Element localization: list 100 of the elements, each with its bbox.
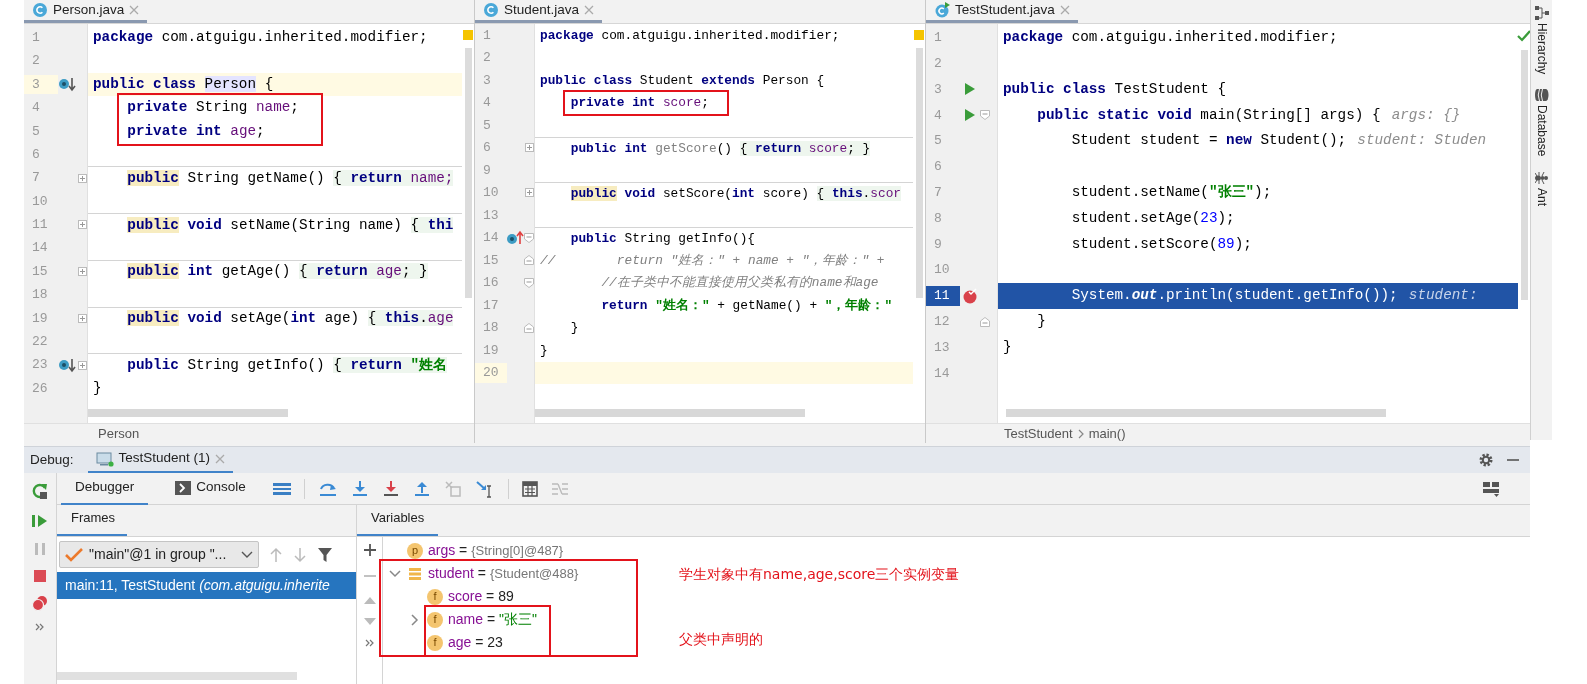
fold-icon[interactable] bbox=[980, 316, 990, 327]
run-icon[interactable] bbox=[964, 82, 976, 97]
override-marker-icon[interactable] bbox=[58, 357, 77, 374]
breakpoints-icon[interactable] bbox=[31, 595, 49, 611]
variable-entry[interactable]: student = {Student@488} bbox=[428, 563, 579, 584]
line-number: 14 bbox=[933, 364, 951, 383]
trace-icon[interactable] bbox=[550, 480, 569, 497]
line-number: 1 bbox=[482, 26, 492, 45]
scrollbar-thumb[interactable] bbox=[535, 409, 805, 417]
step-into-icon[interactable] bbox=[350, 479, 369, 498]
tool-window-button[interactable]: Database bbox=[1532, 88, 1551, 157]
close-icon[interactable] bbox=[129, 5, 140, 15]
breadcrumb[interactable]: TestStudent bbox=[1004, 423, 1073, 443]
fold-plus-icon[interactable] bbox=[524, 188, 534, 198]
view-tab[interactable]: Console bbox=[161, 472, 260, 505]
code-line: student.setName("张三"); bbox=[1071, 182, 1272, 202]
line-number: 10 bbox=[933, 261, 951, 280]
line-number: 13 bbox=[482, 206, 500, 225]
scrollbar-thumb[interactable] bbox=[88, 409, 288, 417]
annotation-note: 父类中声明的 bbox=[679, 630, 764, 649]
scrollbar-thumb[interactable] bbox=[915, 48, 923, 298]
fold-plus-icon[interactable] bbox=[77, 360, 87, 370]
line-number: 2 bbox=[31, 52, 41, 71]
code-line: public String getName() { return name; bbox=[127, 168, 454, 188]
rerun-icon[interactable] bbox=[30, 481, 50, 501]
resume-icon[interactable] bbox=[31, 513, 49, 529]
fold-icon[interactable] bbox=[524, 322, 534, 333]
override-marker-icon[interactable] bbox=[58, 76, 77, 93]
type-badge: f bbox=[427, 611, 443, 628]
breadcrumb[interactable]: Person bbox=[98, 423, 140, 443]
drop-frame-icon[interactable] bbox=[443, 479, 462, 498]
close-icon[interactable] bbox=[584, 5, 595, 15]
code-line: } bbox=[1003, 337, 1012, 357]
pause-icon[interactable] bbox=[33, 541, 47, 557]
add-icon[interactable] bbox=[362, 543, 377, 557]
fold-plus-icon[interactable] bbox=[77, 313, 87, 323]
menu-icon[interactable] bbox=[272, 481, 291, 496]
line-number: 26 bbox=[31, 379, 49, 398]
override-marker-icon[interactable] bbox=[506, 229, 524, 246]
tool-window-button[interactable]: Hierarchy bbox=[1532, 6, 1551, 75]
close-icon[interactable] bbox=[215, 453, 226, 464]
fold-icon[interactable] bbox=[524, 277, 534, 288]
list-icon bbox=[407, 565, 423, 582]
force-step-into-icon[interactable] bbox=[381, 479, 400, 498]
variable-entry[interactable]: age = 23 bbox=[448, 632, 503, 653]
variable-entry[interactable]: name = "张三" bbox=[448, 609, 537, 630]
code-line: public int getAge() { return age; } bbox=[127, 262, 428, 282]
scrollbar-thumb[interactable] bbox=[57, 672, 297, 680]
fold-plus-icon[interactable] bbox=[524, 143, 534, 153]
line-number: 1 bbox=[31, 28, 41, 47]
line-number: 6 bbox=[482, 139, 492, 157]
fold-plus-icon[interactable] bbox=[77, 173, 87, 183]
fold-plus-icon[interactable] bbox=[77, 220, 87, 230]
filter-icon[interactable] bbox=[317, 546, 333, 563]
thread-dropdown[interactable]: "main"@1 in group "... bbox=[59, 541, 259, 568]
run-icon[interactable] bbox=[964, 108, 976, 123]
tool-window-button[interactable]: Ant bbox=[1532, 170, 1551, 206]
code-line: public int getScore() { return score; } bbox=[570, 139, 871, 158]
fold-icon[interactable] bbox=[524, 232, 534, 243]
more-icon[interactable] bbox=[35, 623, 45, 631]
scrollbar-thumb[interactable] bbox=[1520, 50, 1528, 300]
step-out-icon[interactable] bbox=[412, 479, 431, 498]
chevron-right-icon[interactable] bbox=[411, 613, 419, 626]
layout-icon[interactable] bbox=[1482, 480, 1500, 497]
fold-icon[interactable] bbox=[980, 110, 990, 121]
frame-item[interactable]: main:11, TestStudent (com.atguigu.inherite bbox=[57, 572, 356, 599]
fold-icon[interactable] bbox=[524, 255, 534, 266]
stop-icon[interactable] bbox=[33, 569, 47, 583]
type-badge: f bbox=[427, 588, 443, 605]
line-number: 4 bbox=[31, 99, 41, 118]
calculator-icon[interactable] bbox=[521, 480, 538, 497]
up-arrow-icon[interactable] bbox=[269, 546, 283, 563]
line-number: 4 bbox=[933, 106, 943, 125]
scrollbar-thumb[interactable] bbox=[1006, 409, 1386, 417]
line-number: 19 bbox=[31, 309, 49, 328]
breadcrumb[interactable]: main() bbox=[1088, 423, 1126, 443]
line-number: 16 bbox=[482, 274, 500, 292]
panel-tab[interactable]: Variables bbox=[357, 507, 438, 536]
line-number: 19 bbox=[482, 341, 500, 360]
settings-icon[interactable] bbox=[1478, 452, 1494, 468]
line-number: 14 bbox=[482, 229, 500, 247]
down-arrow-icon[interactable] bbox=[293, 546, 307, 563]
code-line: } bbox=[540, 341, 548, 360]
panel-title: Debug: bbox=[29, 450, 75, 469]
type-badge: p bbox=[407, 542, 423, 559]
variable-entry[interactable]: score = 89 bbox=[448, 586, 514, 607]
check-icon[interactable] bbox=[1517, 30, 1530, 42]
more-icon[interactable] bbox=[364, 639, 375, 647]
chevron-down-icon[interactable] bbox=[389, 569, 401, 578]
line-number: 9 bbox=[933, 235, 943, 254]
breakpoint-icon[interactable] bbox=[962, 287, 978, 304]
variable-entry[interactable]: args = {String[0]@487} bbox=[428, 540, 564, 561]
fold-plus-icon[interactable] bbox=[77, 267, 87, 277]
up-triangle-icon[interactable] bbox=[362, 595, 377, 605]
scrollbar-thumb[interactable] bbox=[464, 48, 472, 298]
line-number: 5 bbox=[933, 132, 943, 151]
close-icon[interactable] bbox=[1059, 5, 1070, 15]
check-icon bbox=[65, 547, 83, 562]
down-triangle-icon[interactable] bbox=[362, 617, 377, 627]
code-line: public void setName(String name) { thi bbox=[127, 215, 454, 235]
